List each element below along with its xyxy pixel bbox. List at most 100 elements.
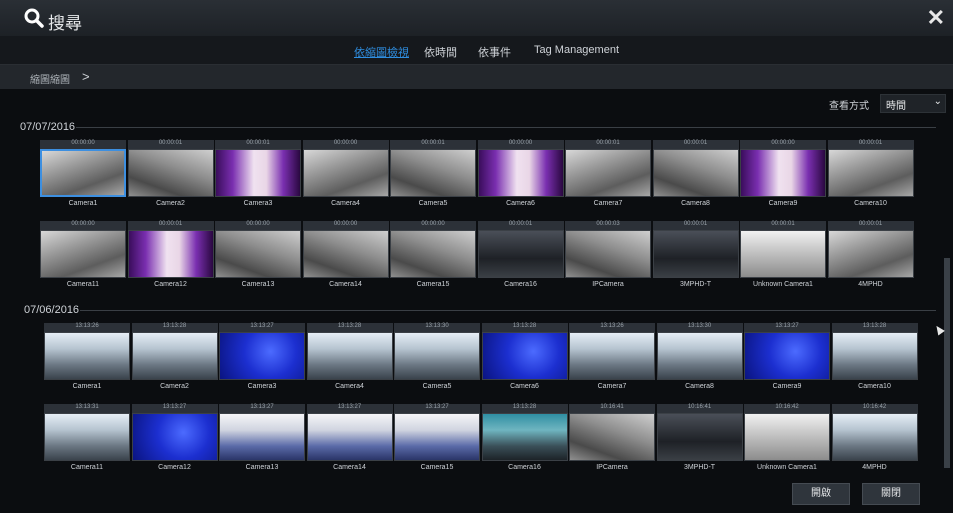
camera-snapshot-image (831, 413, 918, 461)
camera-thumbnail[interactable]: 00:00:00 Camera1 (40, 140, 126, 212)
tab-tag-management[interactable]: Tag Management (534, 44, 619, 56)
camera-thumbnail[interactable]: 00:00:03 IPCamera (565, 221, 651, 293)
camera-thumbnail[interactable]: 10:16:42 4MPHD (831, 404, 918, 476)
camera-snapshot-image (302, 149, 389, 197)
camera-snapshot-image (569, 413, 655, 461)
camera-thumbnail[interactable]: 00:00:01 Camera16 (477, 221, 564, 293)
camera-snapshot-image (44, 413, 130, 461)
camera-name-label: Camera13 (241, 281, 275, 288)
thumbnail-timestamp: 13:13:27 (219, 404, 305, 413)
camera-snapshot-image (219, 332, 305, 380)
camera-thumbnail[interactable]: 13:13:28 Camera10 (831, 323, 918, 395)
camera-thumbnail[interactable]: 13:13:31 Camera11 (44, 404, 130, 476)
camera-snapshot-image (744, 332, 830, 380)
camera-thumbnail[interactable]: 13:13:28 Camera16 (481, 404, 568, 476)
close-icon[interactable]: ✕ (927, 5, 945, 31)
close-button[interactable]: 關閉 (862, 483, 920, 505)
camera-thumbnail[interactable]: 13:13:27 Camera13 (219, 404, 305, 476)
camera-thumbnail[interactable]: 10:16:41 IPCamera (569, 404, 655, 476)
thumbnail-timestamp: 10:16:42 (744, 404, 830, 413)
scrollbar-thumb[interactable] (944, 258, 950, 468)
camera-thumbnail[interactable]: 00:00:00 Camera11 (40, 221, 126, 293)
camera-snapshot-image (394, 413, 480, 461)
camera-snapshot-image (744, 413, 830, 461)
tab-by-time[interactable]: 依時間 (424, 44, 457, 60)
camera-thumbnail[interactable]: 10:16:41 3MPHD-T (656, 404, 743, 476)
thumbnail-timestamp: 00:00:01 (827, 140, 914, 149)
camera-name-label: 4MPHD (862, 464, 887, 471)
camera-thumbnail[interactable]: 00:00:00 Camera4 (302, 140, 389, 212)
camera-thumbnail[interactable]: 00:00:01 Camera7 (565, 140, 651, 212)
tab-thumbnail[interactable]: 依縮圖檢視 (354, 44, 409, 60)
camera-thumbnail[interactable]: 13:13:30 Camera5 (394, 323, 480, 395)
camera-thumbnail[interactable]: 13:13:28 Camera4 (306, 323, 393, 395)
view-mode-value: 時間 (886, 101, 906, 112)
camera-thumbnail[interactable]: 00:00:01 Camera8 (652, 140, 739, 212)
camera-thumbnail[interactable]: 00:00:01 Camera2 (127, 140, 214, 212)
camera-thumbnail[interactable]: 00:00:01 Unknown Camera1 (740, 221, 826, 293)
open-button[interactable]: 開啟 (792, 483, 850, 505)
camera-thumbnail[interactable]: 13:13:27 Camera3 (219, 323, 305, 395)
camera-snapshot-image (306, 332, 393, 380)
thumbnail-timestamp: 13:13:27 (306, 404, 393, 413)
chevron-right-icon: > (82, 69, 90, 84)
view-mode-select[interactable]: 時間 ⌄ (880, 94, 946, 113)
search-icon (24, 8, 44, 28)
date-divider (80, 310, 936, 311)
thumbnail-timestamp: 10:16:42 (831, 404, 918, 413)
camera-thumbnail[interactable]: 13:13:26 Camera7 (569, 323, 655, 395)
tab-by-event[interactable]: 依事件 (478, 44, 511, 60)
camera-thumbnail[interactable]: 13:13:26 Camera1 (44, 323, 130, 395)
thumbnail-timestamp: 00:00:01 (215, 140, 301, 149)
camera-name-label: Camera6 (506, 200, 535, 207)
thumbnail-timestamp: 00:00:01 (127, 140, 214, 149)
camera-thumbnail[interactable]: 00:00:01 Camera12 (127, 221, 214, 293)
camera-thumbnail[interactable]: 00:00:00 Camera9 (740, 140, 826, 212)
camera-thumbnail[interactable]: 13:13:27 Camera12 (131, 404, 218, 476)
camera-thumbnail[interactable]: 00:00:00 Camera6 (477, 140, 564, 212)
thumbnail-timestamp: 13:13:27 (219, 323, 305, 332)
camera-name-label: Camera9 (768, 200, 798, 207)
camera-thumbnail[interactable]: 13:13:30 Camera8 (656, 323, 743, 395)
thumbnail-timestamp: 00:00:00 (390, 221, 476, 230)
thumbnail-timestamp: 13:13:26 (569, 323, 655, 332)
camera-snapshot-image (44, 332, 130, 380)
thumbnail-timestamp: 13:13:27 (131, 404, 218, 413)
camera-thumbnail[interactable]: 10:16:42 Unknown Camera1 (744, 404, 830, 476)
camera-thumbnail[interactable]: 13:13:28 Camera6 (481, 323, 568, 395)
breadcrumb[interactable]: 縮圖縮圖 (30, 71, 70, 86)
camera-snapshot-image (40, 149, 126, 197)
camera-thumbnail[interactable]: 13:13:27 Camera9 (744, 323, 830, 395)
camera-thumbnail[interactable]: 00:00:01 4MPHD (827, 221, 914, 293)
camera-thumbnail[interactable]: 00:00:01 3MPHD-T (652, 221, 739, 293)
camera-name-label: 4MPHD (858, 281, 883, 288)
thumbnail-timestamp: 00:00:01 (565, 140, 651, 149)
camera-snapshot-image (215, 149, 301, 197)
camera-snapshot-image (740, 230, 826, 278)
thumbnail-timestamp: 00:00:01 (827, 221, 914, 230)
camera-name-label: Camera7 (597, 383, 627, 390)
camera-thumbnail[interactable]: 13:13:27 Camera15 (394, 404, 480, 476)
camera-thumbnail[interactable]: 13:13:27 Camera14 (306, 404, 393, 476)
camera-thumbnail[interactable]: 00:00:00 Camera13 (215, 221, 301, 293)
camera-thumbnail[interactable]: 00:00:01 Camera5 (390, 140, 476, 212)
camera-snapshot-image (390, 230, 476, 278)
camera-thumbnail[interactable]: 00:00:01 Camera10 (827, 140, 914, 212)
thumbnail-timestamp: 13:13:27 (744, 323, 830, 332)
camera-snapshot-image (831, 332, 918, 380)
camera-name-label: Camera4 (335, 383, 364, 390)
camera-name-label: Camera11 (66, 281, 100, 288)
camera-thumbnail[interactable]: 00:00:01 Camera3 (215, 140, 301, 212)
camera-thumbnail[interactable]: 00:00:00 Camera15 (390, 221, 476, 293)
thumbnail-timestamp: 10:16:41 (656, 404, 743, 413)
camera-thumbnail[interactable]: 13:13:28 Camera2 (131, 323, 218, 395)
camera-thumbnail[interactable]: 00:00:00 Camera14 (302, 221, 389, 293)
camera-snapshot-image (390, 149, 476, 197)
camera-name-label: IPCamera (592, 281, 624, 288)
camera-name-label: Camera14 (329, 281, 362, 288)
thumbnail-timestamp: 00:00:03 (565, 221, 651, 230)
scrollbar[interactable] (944, 258, 950, 468)
camera-name-label: Camera1 (68, 200, 98, 207)
thumbnail-timestamp: 00:00:00 (215, 221, 301, 230)
thumbnail-timestamp: 00:00:00 (477, 140, 564, 149)
